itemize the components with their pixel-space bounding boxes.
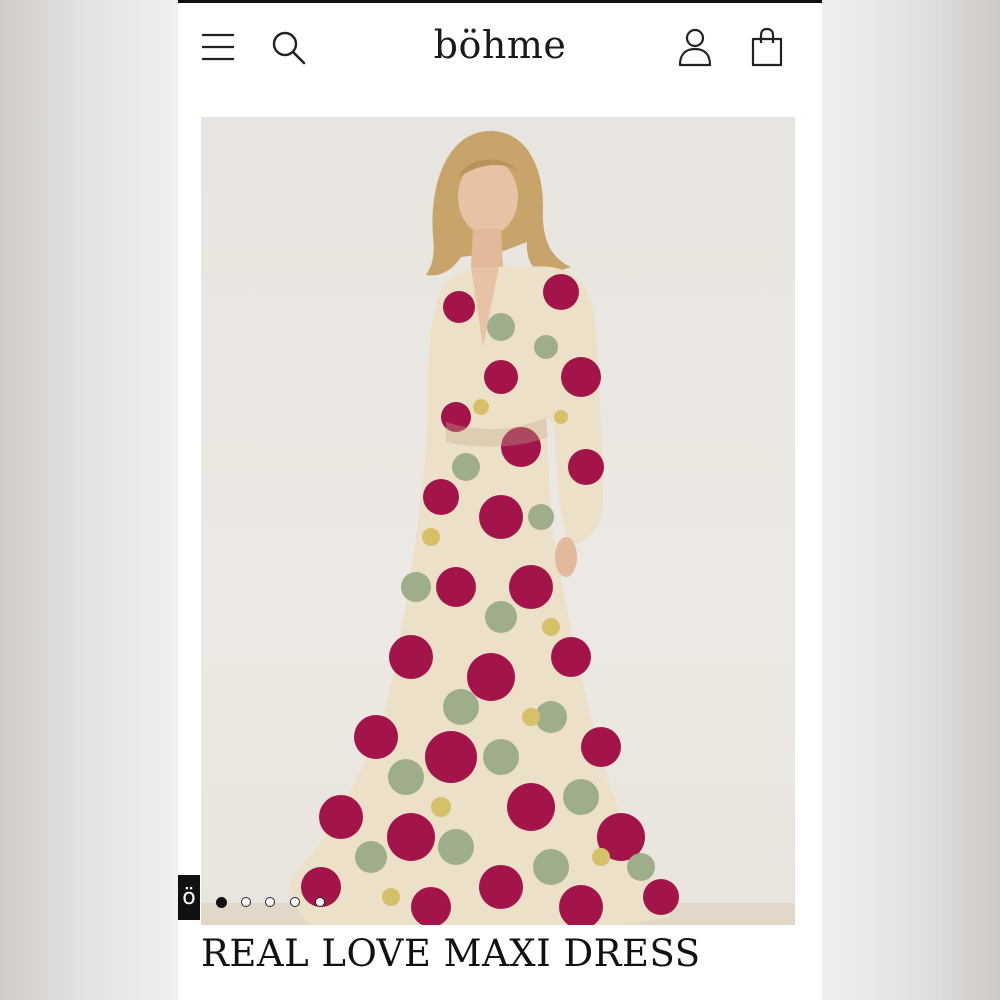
product-title: REAL LOVE MAXI DRESS (201, 932, 701, 975)
pagination-dot-4[interactable] (290, 897, 300, 907)
app-badge: ö (178, 875, 200, 920)
gallery-pagination: ö (178, 875, 378, 920)
brand-logo[interactable]: böhme (400, 23, 600, 67)
hamburger-menu-icon[interactable] (200, 29, 236, 65)
shopping-bag-icon[interactable] (750, 27, 784, 67)
pagination-dot-2[interactable] (241, 897, 251, 907)
pagination-dot-3[interactable] (265, 897, 275, 907)
search-icon[interactable] (270, 29, 306, 65)
product-image-gallery[interactable] (201, 117, 795, 925)
product-photo[interactable] (201, 117, 795, 925)
site-header: böhme (178, 3, 822, 95)
account-icon[interactable] (677, 27, 713, 67)
pagination-dot-5[interactable] (315, 897, 325, 907)
pagination-dot-1[interactable] (216, 897, 227, 908)
product-page: böhme ö REAL LOVE MAXI DRESS (178, 0, 822, 1000)
